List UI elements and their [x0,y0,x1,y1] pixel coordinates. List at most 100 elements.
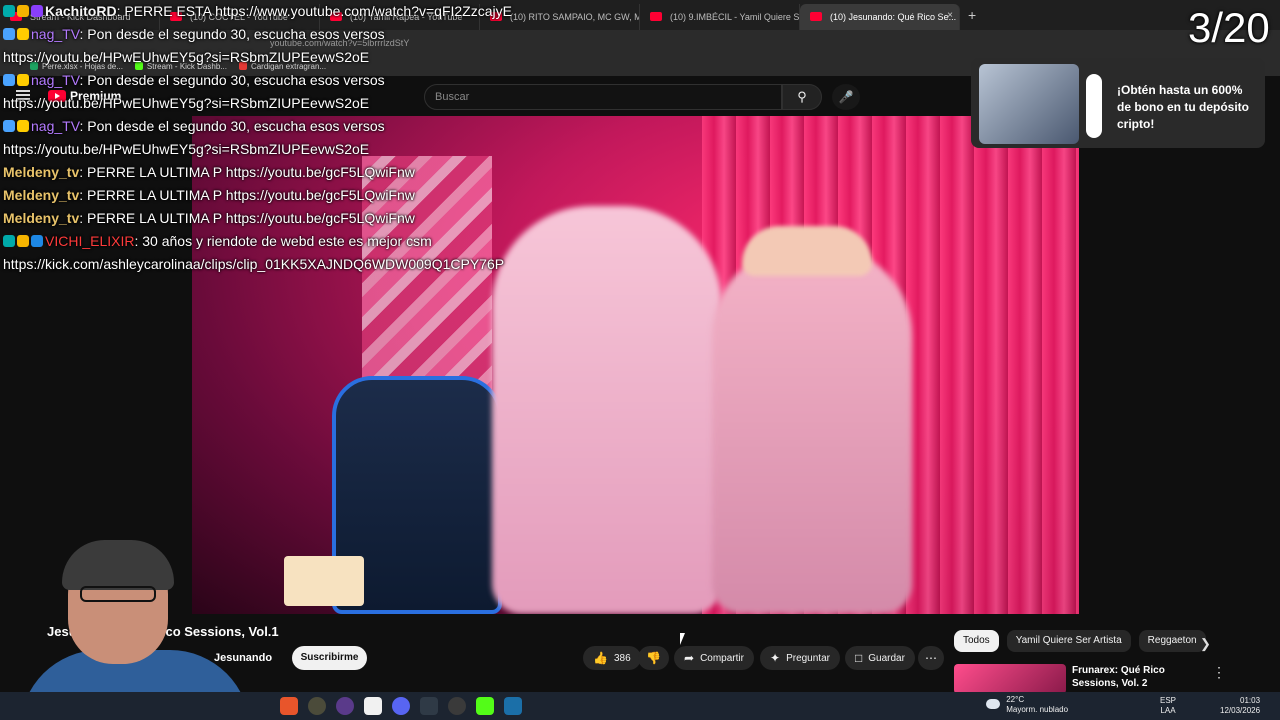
chat-username: KachitoRD [45,3,117,19]
chat-text: : PERRE ESTA https://www.youtube.com/wat… [116,3,512,19]
share-button[interactable]: ➦ Compartir [674,646,754,670]
chat-message: Meldeny_tv: PERRE LA ULTIMA P https://yo… [3,161,563,184]
chat-badge-icon [17,5,29,17]
chat-text: : PERRE LA ULTIMA P https://youtu.be/gcF… [79,210,415,226]
chat-badge-icon [3,74,15,86]
more-actions-button[interactable]: ⋯ [918,646,944,670]
chat-message: KachitoRD: PERRE ESTA https://www.youtub… [3,0,563,23]
chat-badge-icon [17,235,29,247]
chat-badge-icon [3,120,15,132]
chat-text: : Pon desde el segundo 30, escucha esos … [79,118,385,134]
chat-message: https://youtu.be/HPwEUhwEY5g?si=RSbmZIUP… [3,92,563,115]
weather-temp: 22°C [1006,695,1025,704]
browser-tab[interactable]: (10) 9.IMBÉCIL - Yamil Quiere Ser Arti..… [640,4,800,30]
clock-time: 01:03 [1240,696,1261,705]
app-icon-2[interactable] [448,697,466,715]
tab-label: (10) Jesunando: Qué Rico Se... [830,12,957,22]
cloud-icon [986,699,1000,709]
chat-message: nag_TV: Pon desde el segundo 30, escucha… [3,115,563,138]
weather-desc: Mayorm. nublado [1006,705,1069,714]
share-label: Compartir [700,652,744,664]
microphone-icon[interactable]: 🎤 [832,84,860,110]
app-icon[interactable] [308,697,326,715]
chat-message: Meldeny_tv: PERRE LA ULTIMA P https://yo… [3,184,563,207]
chat-badge-icon [17,120,29,132]
ad-text: ¡Obtén hasta un 600% de bono en tu depós… [1117,83,1249,131]
taskbar: 22°C Mayorm. nublado ESP LAA 01:03 12/03… [0,692,1280,720]
chat-text: https://youtu.be/HPwEUhwEY5g?si=RSbmZIUP… [3,49,370,65]
kick-icon[interactable] [476,697,494,715]
file-icon[interactable] [364,697,382,715]
chat-badge-icon [31,235,43,247]
system-clock[interactable]: 01:03 12/03/2026 [1220,696,1260,716]
chat-overlay: KachitoRD: PERRE ESTA https://www.youtub… [3,0,563,276]
webcam-hair [62,540,174,590]
chat-text: : PERRE LA ULTIMA P https://youtu.be/gcF… [79,164,415,180]
chat-username: Meldeny_tv [3,187,80,203]
brave-browser-icon[interactable] [280,697,298,715]
new-tab-icon[interactable]: + [960,7,984,23]
chat-badge-icon [17,28,29,40]
save-button[interactable]: □ Guardar [845,646,915,670]
filter-chip[interactable]: Todos [954,630,999,652]
mouse-cursor [680,633,685,645]
youtube-favicon-icon [650,12,662,21]
chat-message: nag_TV: Pon desde el segundo 30, escucha… [3,23,563,46]
subscribe-button[interactable]: Suscribirme [292,646,367,670]
close-tab-icon[interactable]: × [947,10,953,21]
more-icon[interactable]: ⋮ [1212,664,1226,681]
chat-badge-icon [3,235,15,247]
chat-message: https://youtu.be/HPwEUhwEY5g?si=RSbmZIUP… [3,46,563,69]
chat-badge-icon [3,5,15,17]
stream-counter: 3/20 [1188,4,1270,51]
ask-button[interactable]: ✦ Preguntar [760,646,840,670]
lang-bottom: LAA [1160,706,1176,715]
filter-chip[interactable]: Yamil Quiere Ser Artista [1006,630,1131,652]
recommended-title[interactable]: Frunarex: Qué Rico Sessions, Vol. 2 [1072,664,1202,690]
chat-text: : Pon desde el segundo 30, escucha esos … [79,72,385,88]
filter-chip[interactable]: Reggaeton [1138,630,1206,652]
chat-text: : 30 años y riendote de webd este es mej… [134,233,432,249]
dislike-button[interactable]: 👎 [638,646,669,670]
chat-username: nag_TV [31,26,80,42]
chat-username: Meldeny_tv [3,164,80,180]
chat-text: : Pon desde el segundo 30, escucha esos … [79,26,385,42]
save-label: Guardar [868,652,905,664]
chat-badge-icon [31,5,43,17]
language-indicator[interactable]: ESP LAA [1160,696,1176,716]
ask-label: Preguntar [786,652,830,664]
chat-text: https://youtu.be/HPwEUhwEY5g?si=RSbmZIUP… [3,141,370,157]
chat-text: https://kick.com/ashleycarolinaa/clips/c… [3,256,505,272]
weather-widget[interactable]: 22°C Mayorm. nublado [986,695,1068,715]
search-icon[interactable]: ⚲ [782,84,822,110]
chat-username: VICHI_ELIXIR [45,233,135,249]
chat-username: nag_TV [31,72,80,88]
chat-text: https://youtu.be/HPwEUhwEY5g?si=RSbmZIUP… [3,95,370,111]
lang-top: ESP [1160,696,1177,705]
like-button[interactable]: 👍 386 [583,646,641,670]
chevron-right-icon[interactable]: ❯ [1200,636,1211,652]
chat-message: nag_TV: Pon desde el segundo 30, escucha… [3,69,563,92]
chat-text: : PERRE LA ULTIMA P https://youtu.be/gcF… [79,187,415,203]
browser-tab[interactable]: (10) Jesunando: Qué Rico Se... × [800,4,960,30]
chat-message: https://youtu.be/HPwEUhwEY5g?si=RSbmZIUP… [3,138,563,161]
filter-chips: Todos Yamil Quiere Ser Artista Reggaeton [954,630,1206,652]
clock-date: 12/03/2026 [1220,706,1261,715]
terminal-icon[interactable] [420,697,438,715]
video-box [284,556,364,606]
chat-username: Meldeny_tv [3,210,80,226]
obs-icon[interactable] [336,697,354,715]
youtube-favicon-icon [810,12,822,21]
chat-badge-icon [17,74,29,86]
video-cowboy-hat [742,226,872,276]
sparkle-icon: ✦ [770,651,781,665]
thumbs-down-icon: 👎 [646,651,661,665]
chat-message: VICHI_ELIXIR: 30 años y riendote de webd… [3,230,563,253]
discord-icon[interactable] [392,697,410,715]
video-person-right [712,246,912,614]
recommended-thumbnail[interactable] [954,664,1066,694]
crypto-ad-banner[interactable]: ¡Obtén hasta un 600% de bono en tu depós… [971,58,1265,148]
steam-icon[interactable] [504,697,522,715]
more-icon: ⋯ [925,651,937,665]
tab-label: (10) 9.IMBÉCIL - Yamil Quiere Ser Arti..… [670,12,800,22]
